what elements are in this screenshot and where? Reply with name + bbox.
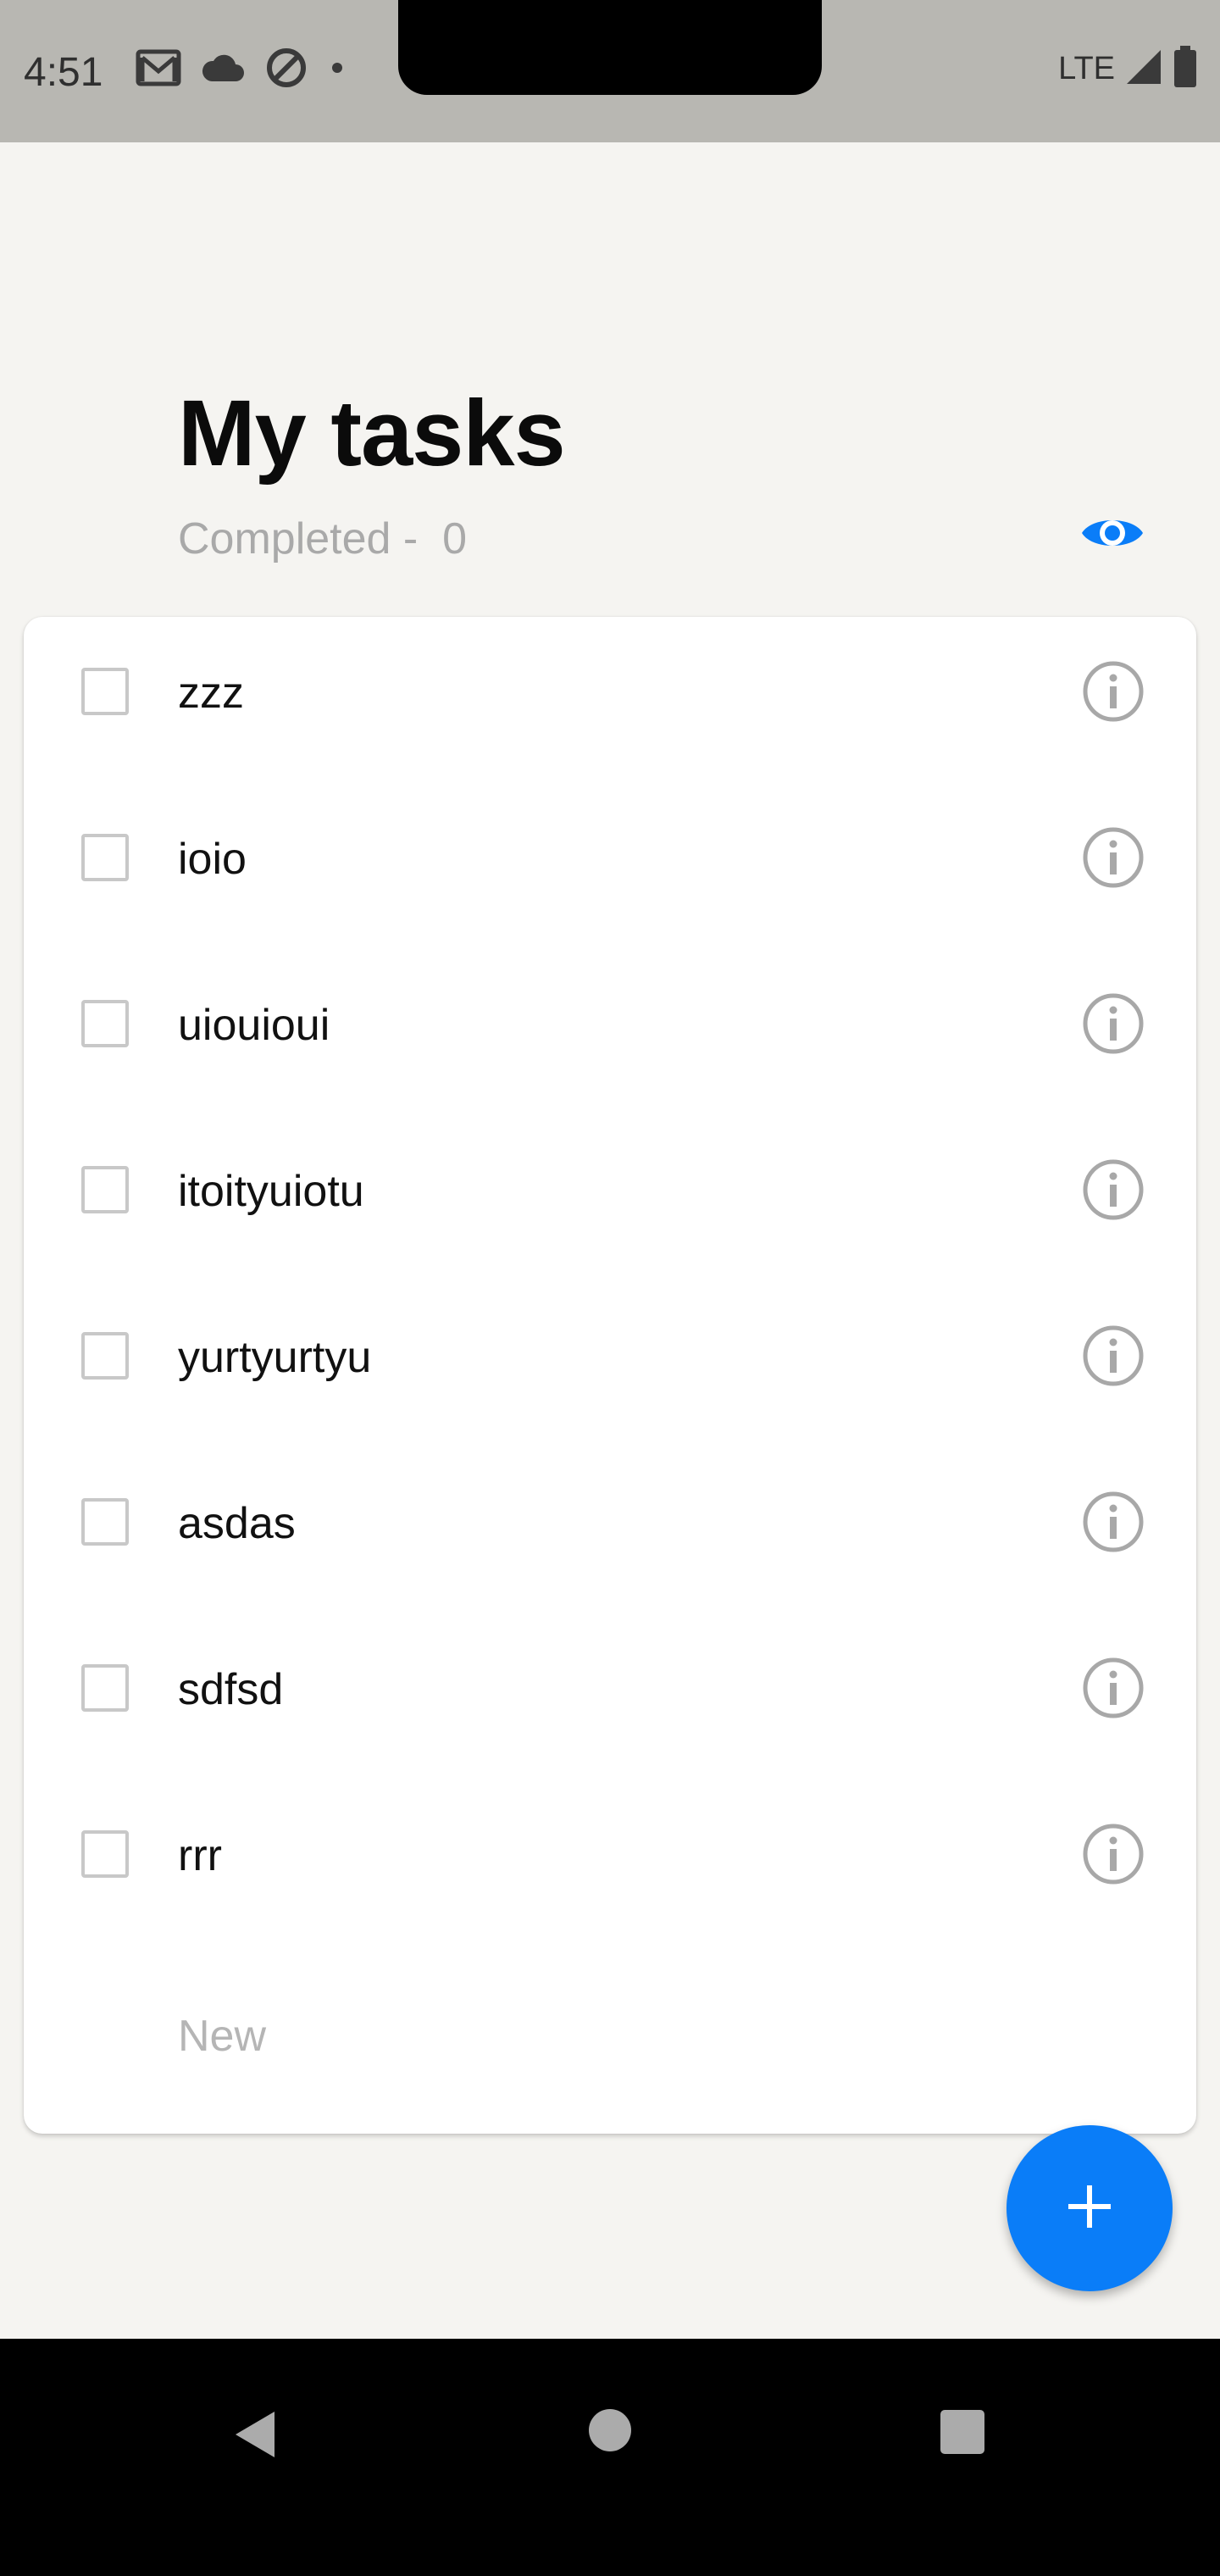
signal-icon bbox=[1125, 48, 1162, 90]
task-label: itoityuiotu bbox=[178, 1167, 364, 1216]
info-icon[interactable] bbox=[1081, 1656, 1145, 1720]
task-checkbox[interactable] bbox=[81, 1830, 129, 1878]
task-checkbox[interactable] bbox=[81, 1332, 129, 1380]
status-time: 4:51 bbox=[24, 50, 103, 95]
camera-notch bbox=[398, 0, 822, 95]
plus-icon bbox=[1062, 2179, 1117, 2238]
info-icon[interactable] bbox=[1081, 659, 1145, 724]
task-checkbox[interactable] bbox=[81, 1664, 129, 1712]
battery-icon bbox=[1173, 46, 1198, 92]
task-label: ioio bbox=[178, 835, 247, 884]
status-bar: 4:51 LTE bbox=[0, 0, 1220, 142]
add-task-button[interactable] bbox=[1006, 2125, 1173, 2291]
task-label: uiouioui bbox=[178, 1001, 330, 1050]
home-icon[interactable] bbox=[588, 2340, 632, 2457]
task-checkbox[interactable] bbox=[81, 1000, 129, 1047]
task-label: asdas bbox=[178, 1499, 296, 1548]
eye-icon bbox=[1079, 511, 1146, 559]
task-row[interactable]: yurtyurtyu bbox=[24, 1281, 1196, 1447]
info-icon[interactable] bbox=[1081, 1324, 1145, 1388]
task-checkbox[interactable] bbox=[81, 668, 129, 715]
data-saver-icon bbox=[264, 46, 308, 94]
status-icons-right: LTE bbox=[1058, 46, 1198, 92]
task-label: yurtyurtyu bbox=[178, 1333, 372, 1382]
dot-icon bbox=[327, 58, 347, 82]
task-row[interactable]: sdfsd bbox=[24, 1613, 1196, 1779]
task-checkbox[interactable] bbox=[81, 1498, 129, 1546]
task-label: sdfsd bbox=[178, 1665, 284, 1714]
task-checkbox[interactable] bbox=[81, 1166, 129, 1213]
info-icon[interactable] bbox=[1081, 1158, 1145, 1222]
info-icon[interactable] bbox=[1081, 991, 1145, 1056]
status-icons-left bbox=[136, 46, 347, 94]
recents-icon[interactable] bbox=[939, 2408, 986, 2460]
task-label: rrr bbox=[178, 1831, 222, 1880]
navigation-bar bbox=[0, 2339, 1220, 2576]
task-row[interactable]: rrr bbox=[24, 1779, 1196, 1946]
toggle-completed-visibility-button[interactable] bbox=[1074, 505, 1151, 564]
task-row[interactable]: asdas bbox=[24, 1447, 1196, 1613]
info-icon[interactable] bbox=[1081, 1490, 1145, 1554]
task-label: zzz bbox=[178, 669, 244, 718]
task-checkbox[interactable] bbox=[81, 834, 129, 881]
task-list-card: zzz ioio uiouioui itoityuiotu yurtyurtyu asda… bbox=[24, 617, 1196, 2134]
info-icon[interactable] bbox=[1081, 1822, 1145, 1886]
network-type: LTE bbox=[1058, 51, 1115, 86]
gmail-icon bbox=[136, 49, 181, 91]
task-row[interactable]: ioio bbox=[24, 783, 1196, 949]
page-title: My tasks bbox=[178, 381, 566, 486]
back-icon[interactable] bbox=[230, 2408, 278, 2465]
info-icon[interactable] bbox=[1081, 825, 1145, 890]
new-task-input[interactable] bbox=[178, 2007, 1025, 2066]
task-row[interactable]: uiouioui bbox=[24, 949, 1196, 1115]
completed-count: Completed - 0 bbox=[178, 514, 468, 564]
cloud-icon bbox=[200, 51, 246, 89]
task-row[interactable]: itoityuiotu bbox=[24, 1115, 1196, 1281]
task-row[interactable]: zzz bbox=[24, 617, 1196, 783]
